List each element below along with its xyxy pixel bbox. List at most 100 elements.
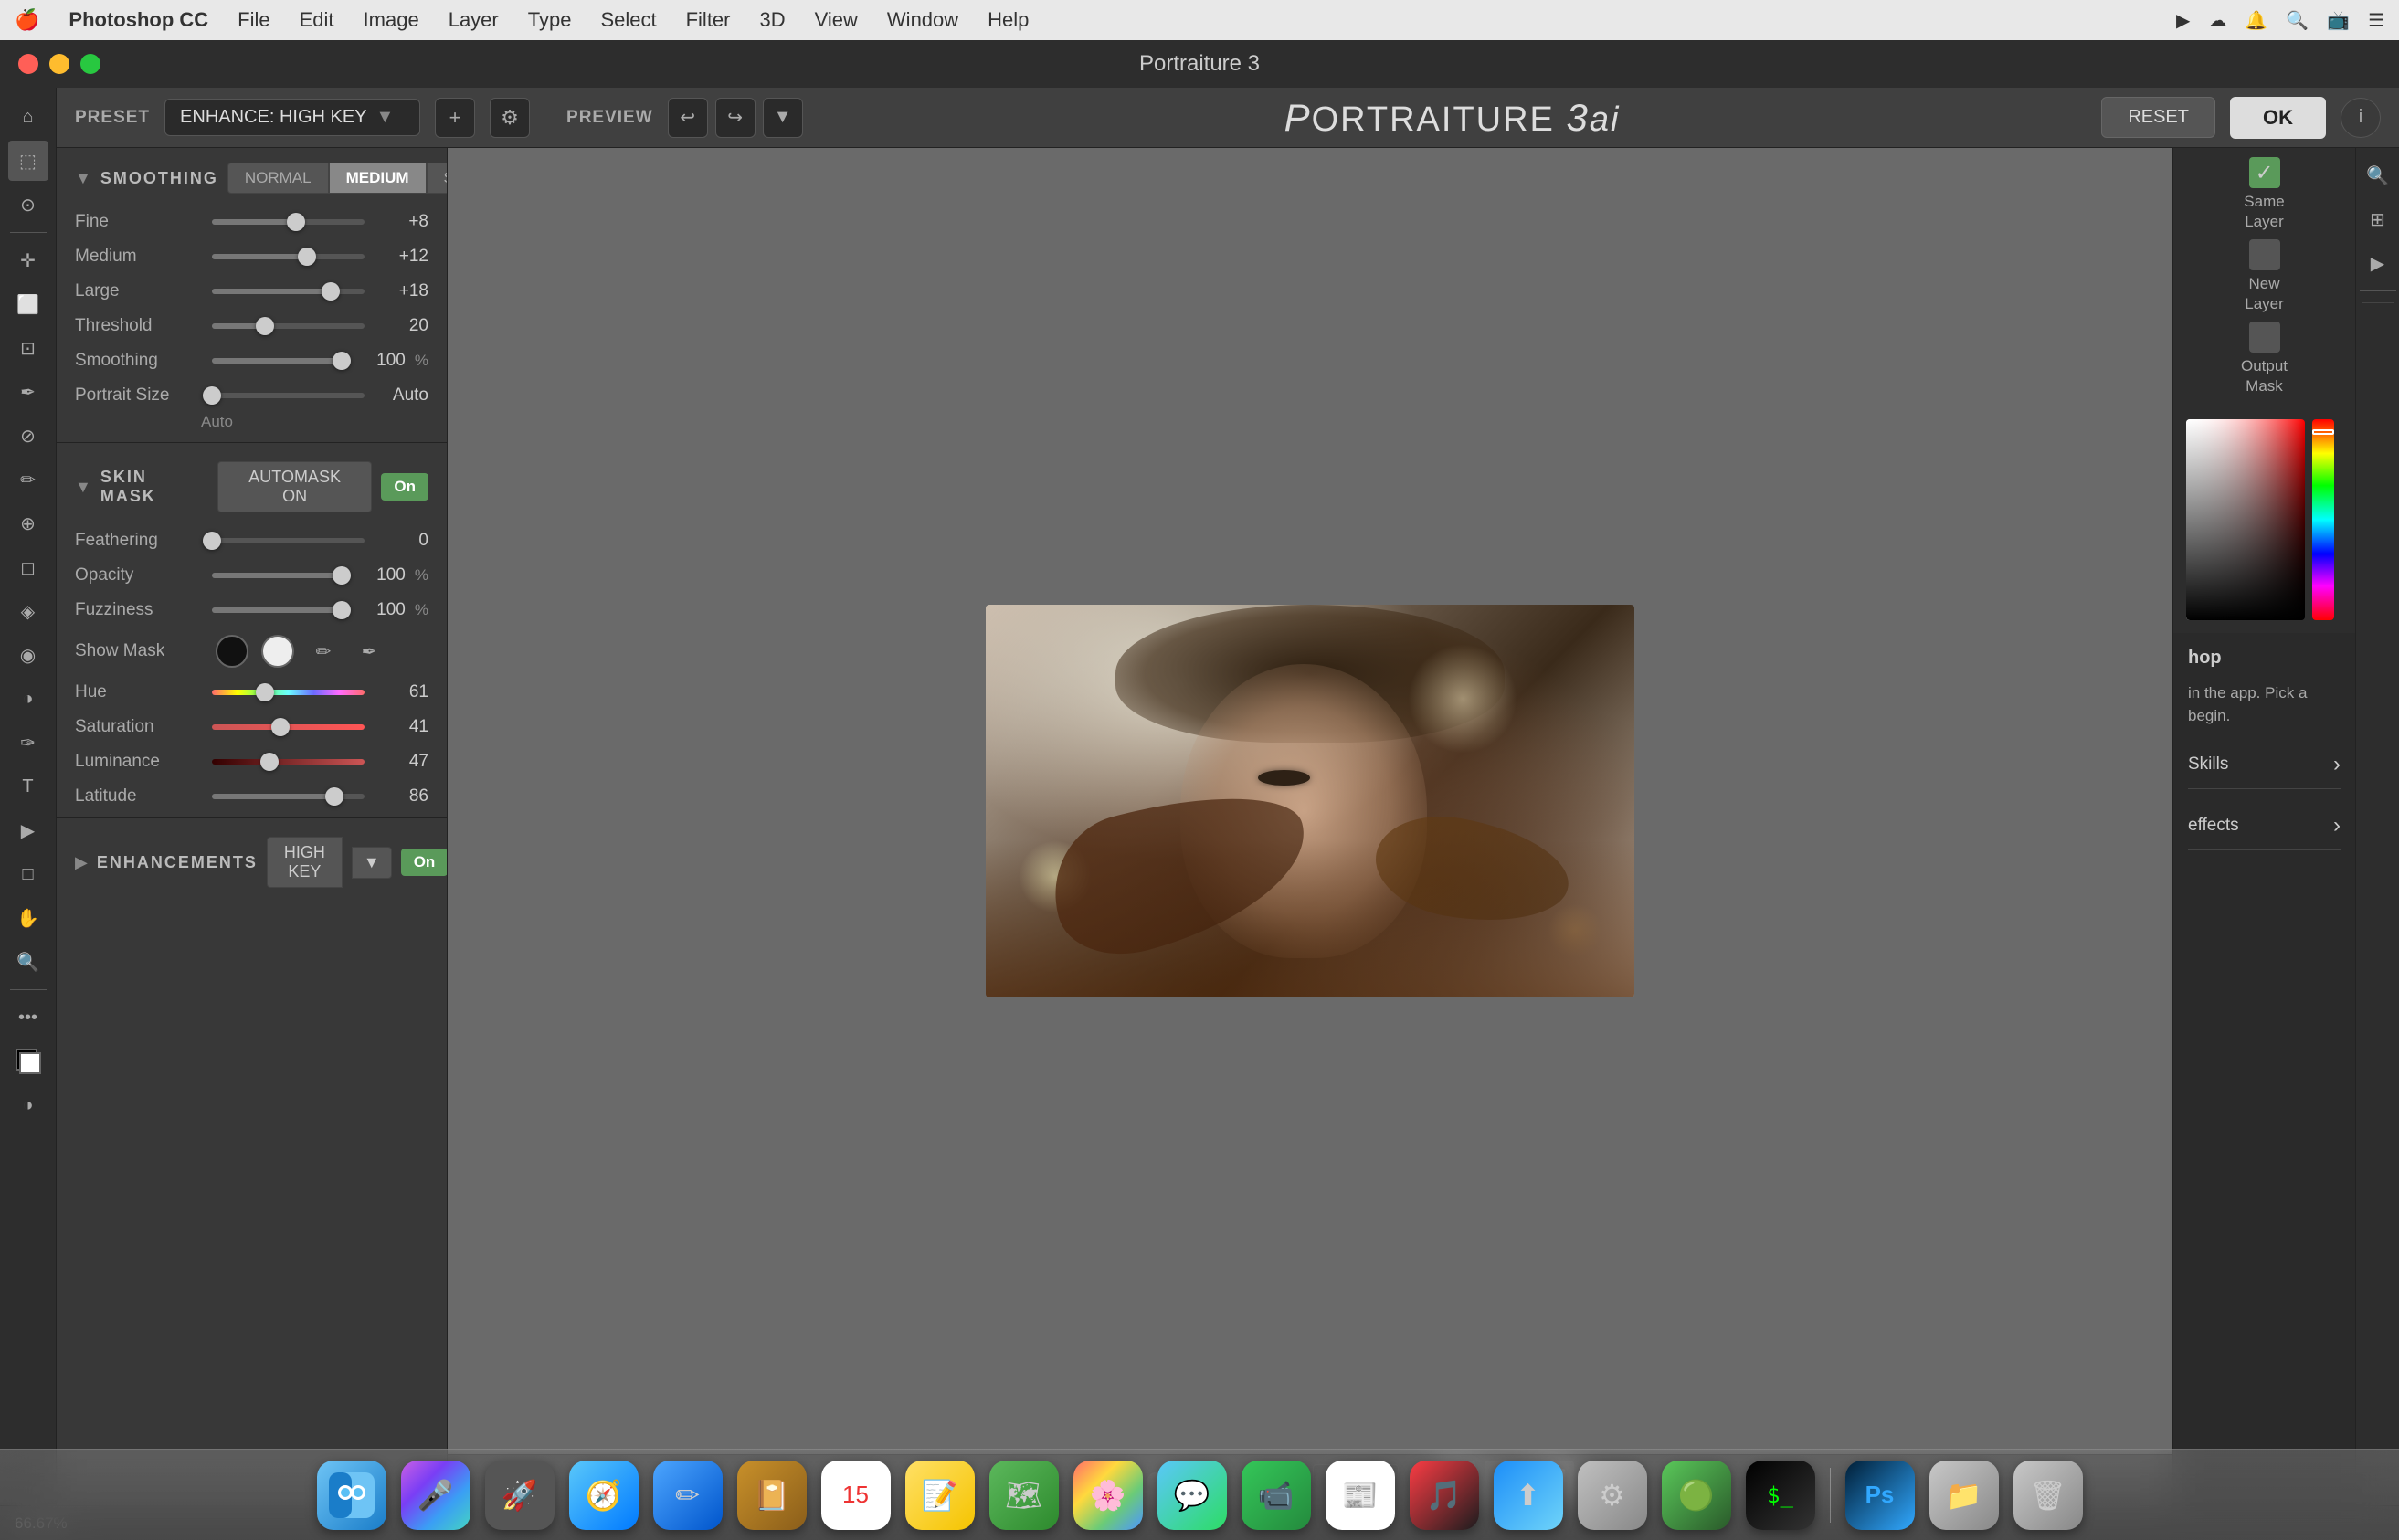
smoothing-slider-thumb[interactable] bbox=[333, 352, 351, 370]
lasso-tool[interactable]: ⊙ bbox=[8, 185, 48, 225]
healing-brush-tool[interactable]: ⊘ bbox=[8, 416, 48, 456]
portrait-size-slider[interactable] bbox=[212, 393, 365, 398]
dock-calendar-icon[interactable]: 15 bbox=[821, 1461, 891, 1530]
feathering-slider-thumb[interactable] bbox=[203, 532, 221, 550]
preset-dropdown[interactable]: ENHANCE: HIGH KEY ▼ bbox=[164, 99, 420, 136]
menu-icon[interactable]: ☰ bbox=[2368, 9, 2384, 32]
medium-button[interactable]: MEDIUM bbox=[329, 163, 427, 194]
show-mask-black[interactable] bbox=[216, 635, 248, 668]
menu-view[interactable]: View bbox=[815, 8, 858, 32]
dock-maps-icon[interactable]: 🗺 bbox=[989, 1461, 1059, 1530]
dock-safari-icon[interactable]: 🧭 bbox=[569, 1461, 639, 1530]
dock-codecompanion-icon[interactable]: 🟢 bbox=[1662, 1461, 1731, 1530]
dock-photos-icon[interactable]: 🌸 bbox=[1073, 1461, 1143, 1530]
dock-messages-icon[interactable]: 💬 bbox=[1157, 1461, 1227, 1530]
settings-button[interactable]: ⚙ bbox=[490, 98, 530, 138]
menu-select[interactable]: Select bbox=[600, 8, 656, 32]
preview-options-button[interactable]: ▼ bbox=[763, 98, 803, 138]
menu-layer[interactable]: Layer bbox=[449, 8, 499, 32]
threshold-slider[interactable] bbox=[212, 323, 365, 329]
normal-button[interactable]: NORMAL bbox=[227, 163, 329, 194]
medium-slider-thumb[interactable] bbox=[298, 248, 316, 266]
brush-tool[interactable]: ✏ bbox=[8, 459, 48, 500]
menu-file[interactable]: File bbox=[238, 8, 269, 32]
same-layer-checkbox[interactable]: ✓ bbox=[2249, 157, 2280, 188]
portrait-size-slider-thumb[interactable] bbox=[203, 386, 221, 405]
add-preset-button[interactable]: + bbox=[435, 98, 475, 138]
move-tool[interactable]: ✛ bbox=[8, 240, 48, 280]
dock-notebook-icon[interactable]: 📔 bbox=[737, 1461, 807, 1530]
hue-vertical-thumb[interactable] bbox=[2312, 429, 2334, 435]
path-selection-tool[interactable]: ▶ bbox=[8, 810, 48, 850]
hue-vertical-slider[interactable] bbox=[2312, 419, 2334, 620]
menu-3d[interactable]: 3D bbox=[760, 8, 786, 32]
feathering-slider[interactable] bbox=[212, 538, 365, 543]
dock-notes-icon[interactable]: 📝 bbox=[905, 1461, 975, 1530]
gradient-tool[interactable]: ◈ bbox=[8, 591, 48, 631]
redo-preview-button[interactable]: ↪ bbox=[715, 98, 756, 138]
menu-type[interactable]: Type bbox=[528, 8, 572, 32]
new-layer-checkbox[interactable] bbox=[2249, 239, 2280, 270]
airplay-icon[interactable]: ▶ bbox=[2176, 9, 2190, 32]
blur-tool[interactable]: ◉ bbox=[8, 635, 48, 675]
dodge-tool[interactable]: ◑ bbox=[8, 679, 48, 719]
smoothing-toggle-icon[interactable]: ▼ bbox=[75, 169, 91, 188]
luminance-slider-thumb[interactable] bbox=[260, 753, 279, 771]
search-ps-button[interactable]: 🔍 bbox=[2358, 155, 2398, 195]
dock-rocket-typist-icon[interactable]: 🚀 bbox=[485, 1461, 555, 1530]
workspace-button[interactable]: ⊞ bbox=[2358, 199, 2398, 239]
large-slider-thumb[interactable] bbox=[322, 282, 340, 301]
enhancement-preset-button[interactable]: HIGH KEY bbox=[267, 837, 343, 888]
menu-image[interactable]: Image bbox=[364, 8, 419, 32]
undo-preview-button[interactable]: ↩ bbox=[668, 98, 708, 138]
dock-trash-icon[interactable]: 🗑 bbox=[2013, 1461, 2083, 1530]
dock-siri-icon[interactable]: 🎤 bbox=[401, 1461, 470, 1530]
output-mask-checkbox[interactable] bbox=[2249, 322, 2280, 353]
latitude-slider[interactable] bbox=[212, 794, 365, 799]
dock-terminal-icon[interactable]: $_ bbox=[1746, 1461, 1815, 1530]
menu-filter[interactable]: Filter bbox=[686, 8, 731, 32]
hue-slider-thumb[interactable] bbox=[256, 683, 274, 701]
strong-button[interactable]: STRONG bbox=[427, 163, 448, 194]
threshold-slider-thumb[interactable] bbox=[256, 317, 274, 335]
skin-mask-toggle-icon[interactable]: ▼ bbox=[75, 478, 91, 497]
more-tools[interactable]: ••• bbox=[8, 997, 48, 1038]
enhancement-dropdown-button[interactable]: ▼ bbox=[352, 847, 392, 879]
crop-tool[interactable]: ⊡ bbox=[8, 328, 48, 368]
home-tool[interactable]: ⌂ bbox=[8, 97, 48, 137]
erase-mask-button[interactable]: ✒ bbox=[353, 635, 386, 668]
enhancements-toggle-icon[interactable]: ▶ bbox=[75, 853, 88, 872]
show-mask-white[interactable] bbox=[261, 635, 294, 668]
dock-pencil-icon[interactable]: ✏ bbox=[653, 1461, 723, 1530]
clone-stamp-tool[interactable]: ⊕ bbox=[8, 503, 48, 543]
dock-facetime-icon[interactable]: 📹 bbox=[1242, 1461, 1311, 1530]
hue-slider[interactable] bbox=[212, 690, 365, 695]
effects-link[interactable]: effects › bbox=[2188, 802, 2341, 850]
menu-help[interactable]: Help bbox=[988, 8, 1029, 32]
transform-tool[interactable]: ⬜ bbox=[8, 284, 48, 324]
selection-tool[interactable]: ⬚ bbox=[8, 141, 48, 181]
dock-sysprefs-icon[interactable]: ⚙ bbox=[1578, 1461, 1647, 1530]
apple-menu[interactable]: 🍎 bbox=[15, 8, 39, 32]
creative-cloud-icon[interactable]: ☁ bbox=[2208, 9, 2226, 32]
smoothing-slider[interactable] bbox=[212, 358, 342, 364]
menu-window[interactable]: Window bbox=[887, 8, 958, 32]
reset-button[interactable]: RESET bbox=[2101, 97, 2215, 138]
fuzziness-slider-thumb[interactable] bbox=[333, 601, 351, 619]
opacity-slider[interactable] bbox=[212, 573, 342, 578]
luminance-slider[interactable] bbox=[212, 759, 365, 765]
notification-icon[interactable]: 🔔 bbox=[2245, 9, 2267, 32]
automask-button[interactable]: AUTOMASK ON bbox=[217, 461, 373, 512]
opacity-slider-thumb[interactable] bbox=[333, 566, 351, 585]
fine-slider[interactable] bbox=[212, 219, 365, 225]
skills-link[interactable]: Skills › bbox=[2188, 741, 2341, 789]
saturation-slider-thumb[interactable] bbox=[271, 718, 290, 736]
medium-slider[interactable] bbox=[212, 254, 365, 259]
expand-button[interactable]: ▶ bbox=[2358, 243, 2398, 283]
hand-tool[interactable]: ✋ bbox=[8, 898, 48, 938]
paint-mask-button[interactable]: ✏ bbox=[307, 635, 340, 668]
dock-news-icon[interactable]: 📰 bbox=[1326, 1461, 1395, 1530]
saturation-slider[interactable] bbox=[212, 724, 365, 730]
type-tool[interactable]: T bbox=[8, 766, 48, 807]
quick-mask-tool[interactable]: ◑ bbox=[8, 1085, 48, 1125]
